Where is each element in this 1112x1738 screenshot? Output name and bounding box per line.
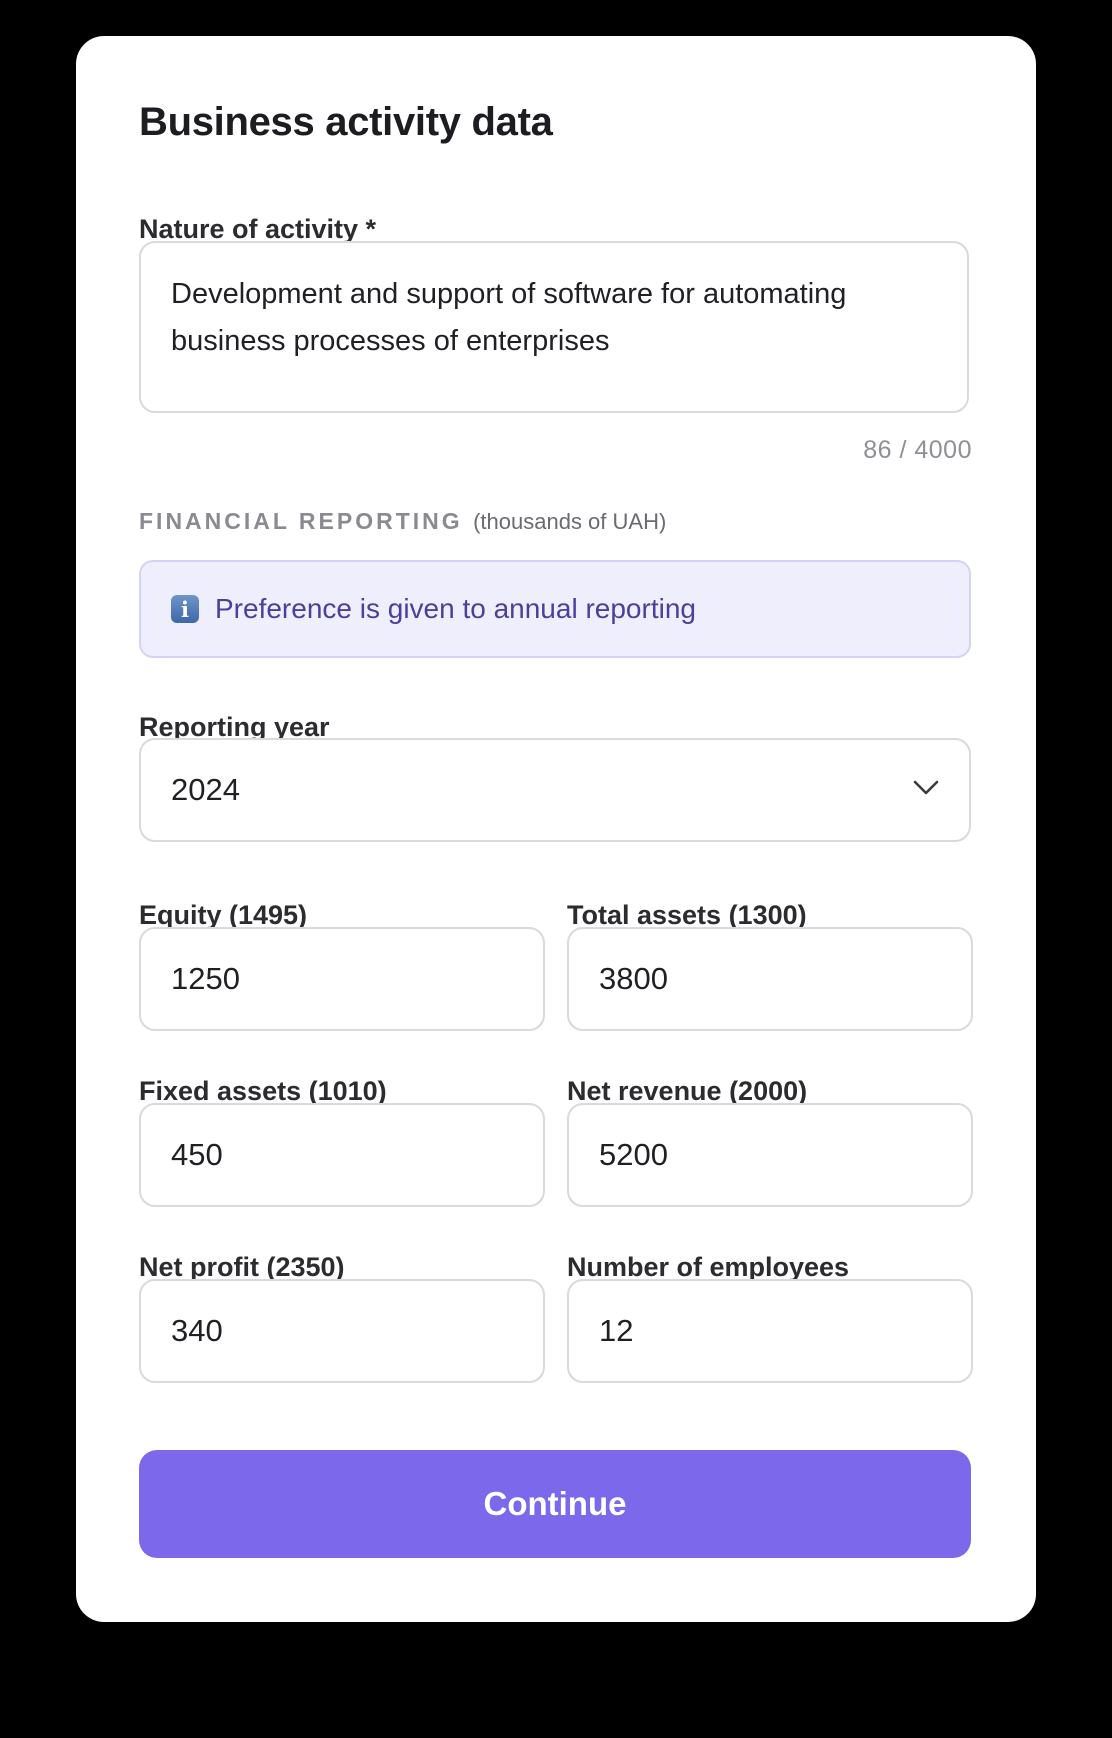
continue-button[interactable]: Continue	[139, 1450, 971, 1558]
section-title: FINANCIAL REPORTING	[139, 508, 463, 534]
reporting-year-value: 2024	[171, 772, 240, 807]
number-of-employees-input[interactable]	[567, 1279, 973, 1383]
total-assets-input[interactable]	[567, 927, 973, 1031]
equity-input[interactable]	[139, 927, 545, 1031]
page-title: Business activity data	[139, 100, 553, 144]
reporting-year-select[interactable]: 2024	[139, 738, 971, 842]
info-banner-text: Preference is given to annual reporting	[215, 593, 696, 624]
character-counter: 86 / 4000	[863, 436, 972, 464]
info-icon: i	[171, 595, 199, 623]
section-unit: (thousands of UAH)	[473, 509, 667, 534]
nature-of-activity-input[interactable]: Development and support of software for …	[139, 241, 969, 413]
fixed-assets-input[interactable]	[139, 1103, 545, 1207]
financial-reporting-header: FINANCIAL REPORTING (thousands of UAH)	[139, 508, 666, 535]
net-profit-input[interactable]	[139, 1279, 545, 1383]
info-banner: i Preference is given to annual reportin…	[139, 560, 971, 658]
chevron-down-icon	[913, 780, 939, 795]
net-revenue-input[interactable]	[567, 1103, 973, 1207]
business-activity-card: Business activity data Nature of activit…	[76, 36, 1036, 1622]
